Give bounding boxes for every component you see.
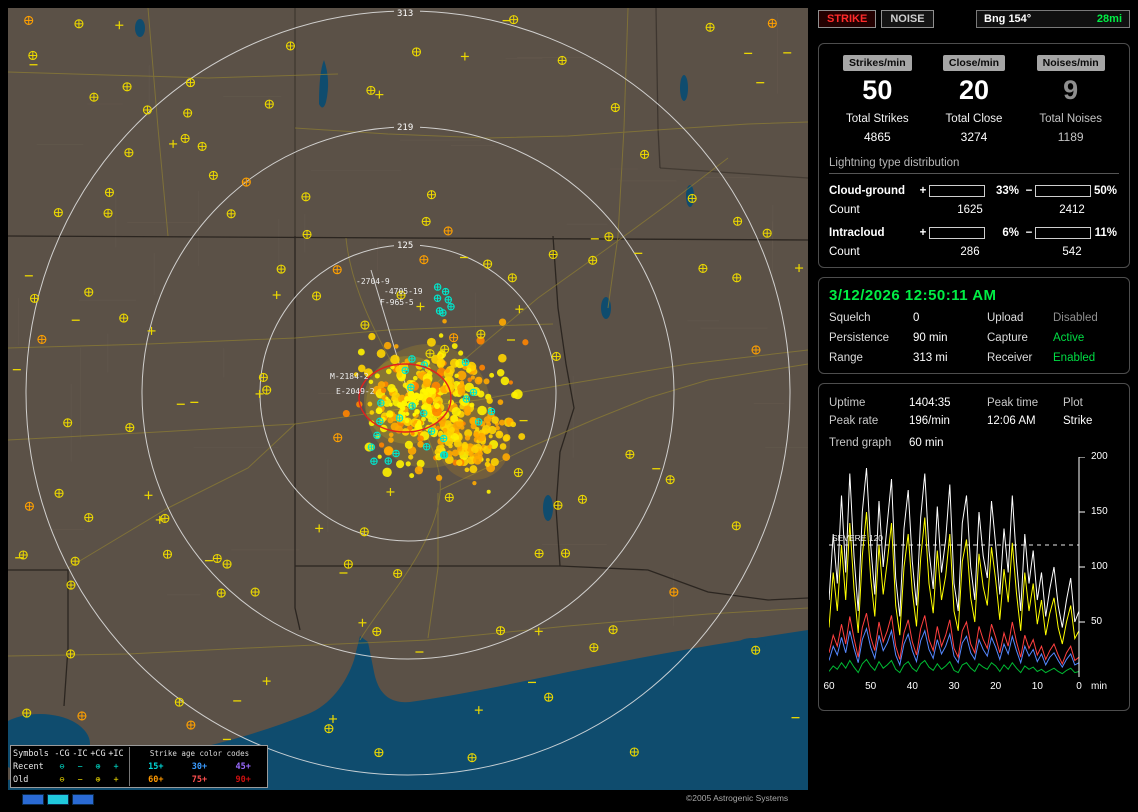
trend-x-axis: 6050403020100min — [829, 681, 1121, 695]
stats-panel: STRIKE NOISE Bng 154° 28mi Strikes/min 5… — [818, 10, 1130, 711]
noise-button[interactable]: NOISE — [881, 10, 933, 28]
legend-symbol: ⊕ — [89, 775, 107, 785]
legend-age-header: Strike age color codes — [134, 749, 265, 758]
close-per-min-chip: Close/min — [943, 55, 1005, 71]
status-section: 3/12/2026 12:50:11 AM Squelch 0 Upload D… — [818, 277, 1130, 374]
total-strikes-label: Total Strikes — [829, 113, 926, 125]
svg-text:-2704-9: -2704-9 — [356, 277, 390, 286]
legend-age-code: 30+ — [192, 762, 207, 772]
trend-xtick: 20 — [986, 681, 1006, 692]
trend-xtick: 10 — [1027, 681, 1047, 692]
legend-symbol: − — [71, 762, 89, 772]
legend-age-code: 45+ — [235, 762, 250, 772]
total-close-label: Total Close — [926, 113, 1023, 125]
peak-rate-row: Peak rate 196/min 12:06 AM Strike — [829, 413, 1119, 429]
capture-state: Active — [1053, 332, 1119, 344]
trend-xtick: 0 — [1069, 681, 1089, 692]
intracloud-row: Intracloud + 6% − 11% — [829, 227, 1119, 239]
cg-plus-bar — [929, 185, 985, 197]
status-row: Squelch 0 Upload Disabled — [829, 312, 1119, 324]
svg-text:125: 125 — [397, 241, 413, 251]
legend-symbol: ⊕ — [89, 762, 107, 772]
ic-minus-bar — [1035, 227, 1091, 239]
legend-symbol: ⊖ — [53, 775, 71, 785]
trend-xtick: 40 — [902, 681, 922, 692]
legend-symbol: + — [107, 762, 125, 772]
map-legend: Symbols -CG -IC +CG +IC Strike age color… — [10, 745, 268, 788]
legend-recent-label: Recent — [13, 762, 53, 772]
trend-ytick: 150 — [1091, 506, 1121, 517]
svg-text:F-965-5: F-965-5 — [380, 298, 414, 307]
legend-symbol: − — [71, 775, 89, 785]
legend-symbol: ⊖ — [53, 762, 71, 772]
trend-ytick: 50 — [1091, 616, 1121, 627]
total-noises-label: Total Noises — [1022, 113, 1119, 125]
legend-symbol: + — [107, 775, 125, 785]
trend-xtick: 50 — [861, 681, 881, 692]
legend-age-code: 15+ — [148, 762, 163, 772]
total-noises-value: 1189 — [1022, 130, 1119, 144]
distribution-title: Lightning type distribution — [829, 157, 1119, 174]
legend-age-code: 90+ — [235, 775, 250, 785]
noises-per-min-chip: Noises/min — [1037, 55, 1105, 71]
strikes-per-min-column: Strikes/min 50 Total Strikes 4865 — [829, 53, 926, 144]
cg-minus-bar — [1035, 185, 1091, 197]
receiver-state: Enabled — [1053, 352, 1119, 364]
total-strikes-value: 4865 — [829, 130, 926, 144]
rates-section: Strikes/min 50 Total Strikes 4865 Close/… — [818, 43, 1130, 268]
upload-state: Disabled — [1053, 312, 1119, 324]
noises-per-min-value: 9 — [1022, 76, 1119, 104]
svg-text:M-2184-2: M-2184-2 — [330, 372, 369, 381]
status-row: Persistence 90 min Capture Active — [829, 332, 1119, 344]
signal-strip — [22, 794, 94, 805]
signal-cell — [72, 794, 94, 805]
legend-symbols-header: Symbols — [13, 749, 53, 759]
strikes-per-min-chip: Strikes/min — [843, 55, 912, 71]
close-per-min-column: Close/min 20 Total Close 3274 — [926, 53, 1023, 144]
trend-graph-row: Trend graph 60 min — [829, 437, 1119, 449]
signal-cell — [22, 794, 44, 805]
svg-text:313: 313 — [397, 9, 413, 19]
legend-age-code: 60+ — [148, 775, 163, 785]
copyright: ©2005 Astrogenic Systems — [686, 793, 788, 803]
trend-graph: SEVERE 120 20015010050 6050403020100min — [829, 457, 1121, 701]
close-per-min-value: 20 — [926, 76, 1023, 104]
bearing-readout: Bng 154° 28mi — [976, 10, 1130, 28]
legend-old-label: Old — [13, 775, 53, 785]
signal-cell — [47, 794, 69, 805]
svg-text:E-2049-2: E-2049-2 — [336, 387, 375, 396]
legend-age-code: 75+ — [192, 775, 207, 785]
bearing-distance: 28mi — [1097, 13, 1122, 25]
datetime-display: 3/12/2026 12:50:11 AM — [829, 287, 1119, 304]
cloud-ground-count-row: Count 1625 2412 — [829, 204, 1119, 216]
panel-toolbar: STRIKE NOISE Bng 154° 28mi — [818, 10, 1130, 28]
noises-per-min-column: Noises/min 9 Total Noises 1189 — [1022, 53, 1119, 144]
stormvue-window: 313 219 125 -2704-9 -4705-19 F-965-5 M-2… — [0, 0, 1138, 812]
ic-plus-bar — [929, 227, 985, 239]
trend-xtick: 30 — [944, 681, 964, 692]
map-canvas[interactable]: 313 219 125 -2704-9 -4705-19 F-965-5 M-2… — [8, 8, 808, 790]
trend-ytick: 200 — [1091, 451, 1121, 462]
session-section: Uptime 1404:35 Peak time Plot Peak rate … — [818, 383, 1130, 711]
uptime-row: Uptime 1404:35 Peak time Plot — [829, 395, 1119, 411]
strike-button[interactable]: STRIKE — [818, 10, 876, 28]
status-row: Range 313 mi Receiver Enabled — [829, 352, 1119, 364]
trend-ytick: 100 — [1091, 561, 1121, 572]
svg-text:219: 219 — [397, 123, 413, 133]
svg-text:-4705-19: -4705-19 — [384, 287, 423, 296]
trend-xtick: 60 — [819, 681, 839, 692]
total-close-value: 3274 — [926, 130, 1023, 144]
cloud-ground-row: Cloud-ground + 33% − 50% — [829, 185, 1119, 197]
trend-x-unit: min — [1091, 681, 1107, 692]
severe-threshold-label: SEVERE 120 — [832, 533, 883, 543]
bearing-label: Bng 154° — [984, 13, 1031, 25]
intracloud-count-row: Count 286 542 — [829, 246, 1119, 258]
strikes-per-min-value: 50 — [829, 76, 926, 104]
